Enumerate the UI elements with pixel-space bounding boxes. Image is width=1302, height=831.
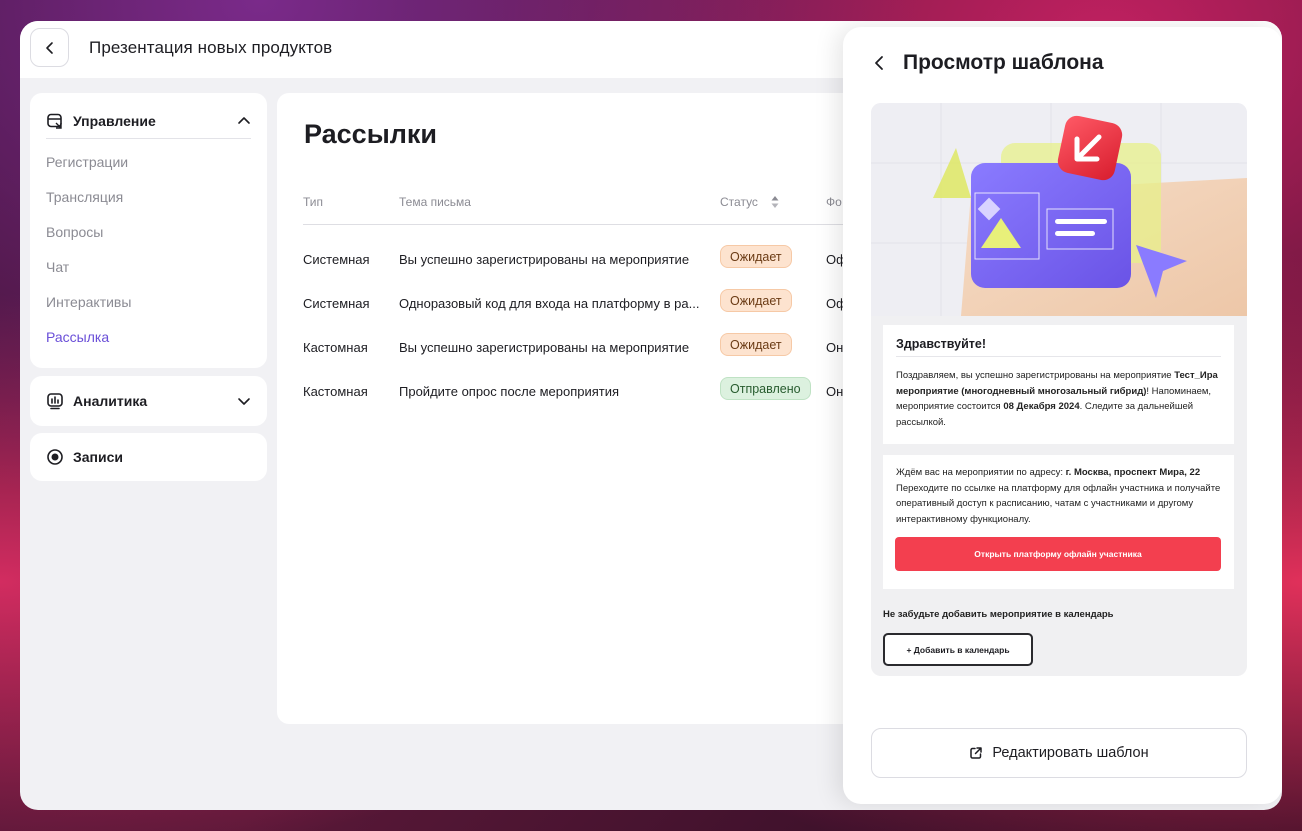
edit-template-button[interactable]: Редактировать шаблон xyxy=(871,728,1247,778)
status-badge: Отправлено xyxy=(720,377,811,400)
status-badge: Ожидает xyxy=(720,289,792,312)
management-section-header[interactable]: Управление xyxy=(46,109,251,139)
sidebar-records-card[interactable]: Записи xyxy=(30,433,267,481)
chevron-up-icon[interactable] xyxy=(237,114,251,128)
management-items: Регистрации Трансляция Вопросы Чат Интер… xyxy=(46,154,131,364)
analytics-label: Аналитика xyxy=(73,393,148,409)
column-type: Тип xyxy=(303,195,324,209)
analytics-icon xyxy=(47,393,63,410)
email-p2-a: Ждём вас на мероприятии по адресу: xyxy=(896,467,1066,478)
back-button[interactable] xyxy=(30,28,69,67)
chevron-left-icon xyxy=(45,41,53,54)
panel-title: Просмотр шаблона xyxy=(903,51,1104,74)
add-to-calendar-button[interactable]: + Добавить в календарь xyxy=(883,633,1033,666)
chevron-down-icon xyxy=(238,398,250,405)
row-subject: Вы успешно зарегистрированы на мероприят… xyxy=(399,252,690,267)
email-hero-illustration xyxy=(871,103,1247,316)
row-format: Он xyxy=(826,384,844,399)
chevron-left-icon[interactable] xyxy=(873,55,887,71)
hero-illustration xyxy=(871,103,1247,316)
app-window: Презентация новых продуктов Управление Р… xyxy=(20,21,1282,810)
email-greeting: Здравствуйте! xyxy=(896,337,987,351)
panel-header: Просмотр шаблона xyxy=(873,51,1104,75)
sidebar-item-interactives[interactable]: Интерактивы xyxy=(46,294,131,329)
sidebar-item-chat[interactable]: Чат xyxy=(46,259,131,294)
template-preview-panel: Просмотр шаблона Здравствуйте! Поздравля… xyxy=(843,27,1282,804)
record-icon xyxy=(47,449,63,465)
sort-icon[interactable] xyxy=(770,194,780,210)
row-type: Системная xyxy=(303,252,370,267)
page-title: Рассылки xyxy=(304,119,438,149)
external-link-icon xyxy=(970,747,983,759)
sidebar-item-mailing[interactable]: Рассылка xyxy=(46,329,131,364)
row-type: Кастомная xyxy=(303,340,368,355)
edit-template-label: Редактировать шаблон xyxy=(992,745,1149,761)
status-badge: Ожидает xyxy=(720,245,792,268)
row-subject: Пройдите опрос после мероприятия xyxy=(399,384,620,399)
email-paragraph-1: Поздравляем, вы успешно зарегистрированы… xyxy=(896,368,1222,430)
sidebar-item-questions[interactable]: Вопросы xyxy=(46,224,131,259)
column-status[interactable]: Статус xyxy=(720,195,758,209)
email-p2-b: Переходите по ссылке на платформу для оф… xyxy=(896,482,1221,525)
column-format: Фо xyxy=(826,195,842,209)
email-address: г. Москва, проспект Мира, 22 xyxy=(1065,467,1201,478)
row-subject: Вы успешно зарегистрированы на мероприят… xyxy=(399,340,690,355)
sidebar-management-card: Управление Регистрации Трансляция Вопрос… xyxy=(30,93,267,368)
row-type: Кастомная xyxy=(303,384,368,399)
row-subject: Одноразовый код для входа на платформу в… xyxy=(399,296,700,311)
column-subject: Тема письма xyxy=(399,195,471,209)
event-title: Презентация новых продуктов xyxy=(89,38,333,57)
sidebar-item-registrations[interactable]: Регистрации xyxy=(46,154,131,189)
sidebar-analytics-card[interactable]: Аналитика xyxy=(30,376,267,426)
records-label: Записи xyxy=(73,449,124,465)
status-badge: Ожидает xyxy=(720,333,792,356)
open-platform-button[interactable]: Открыть платформу офлайн участника xyxy=(895,537,1221,571)
calendar-note: Не забудьте добавить мероприятие в кален… xyxy=(883,609,1114,620)
divider xyxy=(896,356,1221,357)
email-preview: Здравствуйте! Поздравляем, вы успешно за… xyxy=(871,103,1247,676)
email-event-date: 08 Декабря 2024 xyxy=(1003,401,1080,412)
sidebar-item-stream[interactable]: Трансляция xyxy=(46,189,131,224)
management-label: Управление xyxy=(73,112,156,129)
email-paragraph-2: Ждём вас на мероприятии по адресу: г. Мо… xyxy=(896,465,1222,527)
email-p1-a: Поздравляем, вы успешно зарегистрированы… xyxy=(896,370,1175,381)
email-block-greeting: Здравствуйте! Поздравляем, вы успешно за… xyxy=(883,325,1234,444)
management-icon xyxy=(47,113,62,129)
email-block-address: Ждём вас на мероприятии по адресу: г. Мо… xyxy=(883,455,1234,589)
row-type: Системная xyxy=(303,296,370,311)
row-format: Он xyxy=(826,340,844,355)
